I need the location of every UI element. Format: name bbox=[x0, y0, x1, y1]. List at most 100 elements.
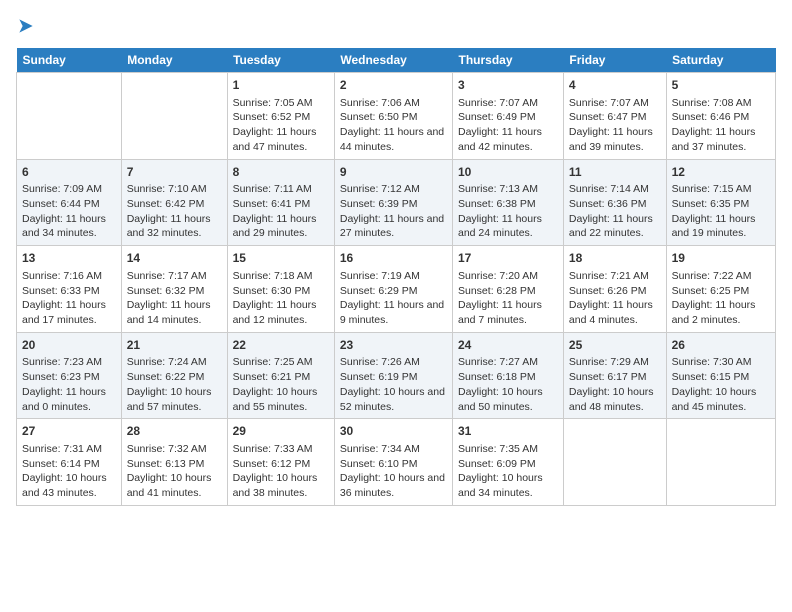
day-number: 22 bbox=[233, 337, 329, 354]
calendar-cell: 4 Sunrise: 7:07 AM Sunset: 6:47 PM Daylig… bbox=[563, 73, 666, 160]
calendar-cell: 12Sunrise: 7:15 AM Sunset: 6:35 PM Dayli… bbox=[666, 159, 775, 246]
day-of-week-header: Sunday bbox=[17, 48, 122, 73]
calendar-week-row: 1 Sunrise: 7:05 AM Sunset: 6:52 PM Daylig… bbox=[17, 73, 776, 160]
page-header bbox=[16, 16, 776, 36]
day-number: 17 bbox=[458, 250, 558, 267]
calendar-cell: 16 Sunrise: 7:19 AM Sunset: 6:29 PM Dayli… bbox=[334, 246, 452, 333]
calendar-cell: 18Sunrise: 7:21 AM Sunset: 6:26 PM Dayli… bbox=[563, 246, 666, 333]
day-number: 16 bbox=[340, 250, 447, 267]
calendar-cell: 9Sunrise: 7:12 AM Sunset: 6:39 PM Daylig… bbox=[334, 159, 452, 246]
day-info: Sunrise: 7:19 AM Sunset: 6:29 PM Dayligh… bbox=[340, 269, 447, 328]
day-number: 2 bbox=[340, 77, 447, 94]
day-number: 18 bbox=[569, 250, 661, 267]
logo-icon bbox=[16, 16, 36, 36]
day-number: 25 bbox=[569, 337, 661, 354]
day-info: Sunrise: 7:32 AM Sunset: 6:13 PM Dayligh… bbox=[127, 442, 222, 501]
day-number: 20 bbox=[22, 337, 116, 354]
calendar-week-row: 6Sunrise: 7:09 AM Sunset: 6:44 PM Daylig… bbox=[17, 159, 776, 246]
day-number: 7 bbox=[127, 164, 222, 181]
day-info: Sunrise: 7:23 AM Sunset: 6:23 PM Dayligh… bbox=[22, 355, 116, 414]
day-of-week-header: Thursday bbox=[453, 48, 564, 73]
day-number: 29 bbox=[233, 423, 329, 440]
day-info: Sunrise: 7:17 AM Sunset: 6:32 PM Dayligh… bbox=[127, 269, 222, 328]
day-info: Sunrise: 7:27 AM Sunset: 6:18 PM Dayligh… bbox=[458, 355, 558, 414]
day-of-week-header: Tuesday bbox=[227, 48, 334, 73]
calendar-cell: 2 Sunrise: 7:06 AM Sunset: 6:50 PM Daylig… bbox=[334, 73, 452, 160]
day-number: 28 bbox=[127, 423, 222, 440]
calendar-week-row: 13Sunrise: 7:16 AM Sunset: 6:33 PM Dayli… bbox=[17, 246, 776, 333]
day-number: 26 bbox=[672, 337, 770, 354]
calendar-cell: 27 Sunrise: 7:31 AM Sunset: 6:14 PM Dayli… bbox=[17, 419, 122, 506]
calendar-cell: 19 Sunrise: 7:22 AM Sunset: 6:25 PM Dayli… bbox=[666, 246, 775, 333]
day-number: 15 bbox=[233, 250, 329, 267]
day-info: Sunrise: 7:09 AM Sunset: 6:44 PM Dayligh… bbox=[22, 182, 116, 241]
day-info: Sunrise: 7:12 AM Sunset: 6:39 PM Dayligh… bbox=[340, 182, 447, 241]
calendar-cell bbox=[666, 419, 775, 506]
calendar-cell: 14 Sunrise: 7:17 AM Sunset: 6:32 PM Dayli… bbox=[121, 246, 227, 333]
calendar-cell: 8Sunrise: 7:11 AM Sunset: 6:41 PM Daylig… bbox=[227, 159, 334, 246]
calendar-cell: 21Sunrise: 7:24 AM Sunset: 6:22 PM Dayli… bbox=[121, 332, 227, 419]
calendar-cell: 10Sunrise: 7:13 AM Sunset: 6:38 PM Dayli… bbox=[453, 159, 564, 246]
day-number: 10 bbox=[458, 164, 558, 181]
calendar-cell: 26Sunrise: 7:30 AM Sunset: 6:15 PM Dayli… bbox=[666, 332, 775, 419]
calendar-cell: 30 Sunrise: 7:34 AM Sunset: 6:10 PM Dayli… bbox=[334, 419, 452, 506]
day-number: 14 bbox=[127, 250, 222, 267]
day-number: 31 bbox=[458, 423, 558, 440]
logo bbox=[16, 16, 40, 36]
day-number: 13 bbox=[22, 250, 116, 267]
calendar-cell: 1 Sunrise: 7:05 AM Sunset: 6:52 PM Daylig… bbox=[227, 73, 334, 160]
day-of-week-header: Saturday bbox=[666, 48, 775, 73]
calendar-cell: 6Sunrise: 7:09 AM Sunset: 6:44 PM Daylig… bbox=[17, 159, 122, 246]
day-info: Sunrise: 7:26 AM Sunset: 6:19 PM Dayligh… bbox=[340, 355, 447, 414]
calendar-cell bbox=[121, 73, 227, 160]
calendar-cell bbox=[17, 73, 122, 160]
calendar-cell: 23Sunrise: 7:26 AM Sunset: 6:19 PM Dayli… bbox=[334, 332, 452, 419]
calendar-cell: 28 Sunrise: 7:32 AM Sunset: 6:13 PM Dayli… bbox=[121, 419, 227, 506]
day-info: Sunrise: 7:33 AM Sunset: 6:12 PM Dayligh… bbox=[233, 442, 329, 501]
calendar-cell: 24Sunrise: 7:27 AM Sunset: 6:18 PM Dayli… bbox=[453, 332, 564, 419]
day-number: 27 bbox=[22, 423, 116, 440]
calendar-cell: 17Sunrise: 7:20 AM Sunset: 6:28 PM Dayli… bbox=[453, 246, 564, 333]
day-info: Sunrise: 7:22 AM Sunset: 6:25 PM Dayligh… bbox=[672, 269, 770, 328]
day-info: Sunrise: 7:25 AM Sunset: 6:21 PM Dayligh… bbox=[233, 355, 329, 414]
day-info: Sunrise: 7:35 AM Sunset: 6:09 PM Dayligh… bbox=[458, 442, 558, 501]
day-info: Sunrise: 7:08 AM Sunset: 6:46 PM Dayligh… bbox=[672, 96, 770, 155]
day-number: 3 bbox=[458, 77, 558, 94]
day-number: 23 bbox=[340, 337, 447, 354]
day-number: 9 bbox=[340, 164, 447, 181]
day-info: Sunrise: 7:30 AM Sunset: 6:15 PM Dayligh… bbox=[672, 355, 770, 414]
day-info: Sunrise: 7:11 AM Sunset: 6:41 PM Dayligh… bbox=[233, 182, 329, 241]
day-info: Sunrise: 7:24 AM Sunset: 6:22 PM Dayligh… bbox=[127, 355, 222, 414]
calendar-cell: 3 Sunrise: 7:07 AM Sunset: 6:49 PM Daylig… bbox=[453, 73, 564, 160]
day-info: Sunrise: 7:07 AM Sunset: 6:49 PM Dayligh… bbox=[458, 96, 558, 155]
calendar-cell: 11Sunrise: 7:14 AM Sunset: 6:36 PM Dayli… bbox=[563, 159, 666, 246]
day-info: Sunrise: 7:18 AM Sunset: 6:30 PM Dayligh… bbox=[233, 269, 329, 328]
calendar-cell bbox=[563, 419, 666, 506]
day-number: 4 bbox=[569, 77, 661, 94]
day-info: Sunrise: 7:15 AM Sunset: 6:35 PM Dayligh… bbox=[672, 182, 770, 241]
day-info: Sunrise: 7:10 AM Sunset: 6:42 PM Dayligh… bbox=[127, 182, 222, 241]
calendar-cell: 15 Sunrise: 7:18 AM Sunset: 6:30 PM Dayli… bbox=[227, 246, 334, 333]
calendar-cell: 5 Sunrise: 7:08 AM Sunset: 6:46 PM Daylig… bbox=[666, 73, 775, 160]
day-number: 5 bbox=[672, 77, 770, 94]
day-info: Sunrise: 7:06 AM Sunset: 6:50 PM Dayligh… bbox=[340, 96, 447, 155]
calendar-table: SundayMondayTuesdayWednesdayThursdayFrid… bbox=[16, 48, 776, 506]
day-number: 6 bbox=[22, 164, 116, 181]
day-number: 24 bbox=[458, 337, 558, 354]
day-info: Sunrise: 7:34 AM Sunset: 6:10 PM Dayligh… bbox=[340, 442, 447, 501]
calendar-cell: 31 Sunrise: 7:35 AM Sunset: 6:09 PM Dayli… bbox=[453, 419, 564, 506]
day-of-week-header: Monday bbox=[121, 48, 227, 73]
day-of-week-header: Friday bbox=[563, 48, 666, 73]
day-number: 12 bbox=[672, 164, 770, 181]
day-number: 19 bbox=[672, 250, 770, 267]
day-number: 1 bbox=[233, 77, 329, 94]
day-number: 30 bbox=[340, 423, 447, 440]
calendar-header-row: SundayMondayTuesdayWednesdayThursdayFrid… bbox=[17, 48, 776, 73]
day-number: 11 bbox=[569, 164, 661, 181]
day-info: Sunrise: 7:05 AM Sunset: 6:52 PM Dayligh… bbox=[233, 96, 329, 155]
day-info: Sunrise: 7:07 AM Sunset: 6:47 PM Dayligh… bbox=[569, 96, 661, 155]
calendar-week-row: 27 Sunrise: 7:31 AM Sunset: 6:14 PM Dayli… bbox=[17, 419, 776, 506]
day-info: Sunrise: 7:31 AM Sunset: 6:14 PM Dayligh… bbox=[22, 442, 116, 501]
day-info: Sunrise: 7:29 AM Sunset: 6:17 PM Dayligh… bbox=[569, 355, 661, 414]
calendar-cell: 25Sunrise: 7:29 AM Sunset: 6:17 PM Dayli… bbox=[563, 332, 666, 419]
